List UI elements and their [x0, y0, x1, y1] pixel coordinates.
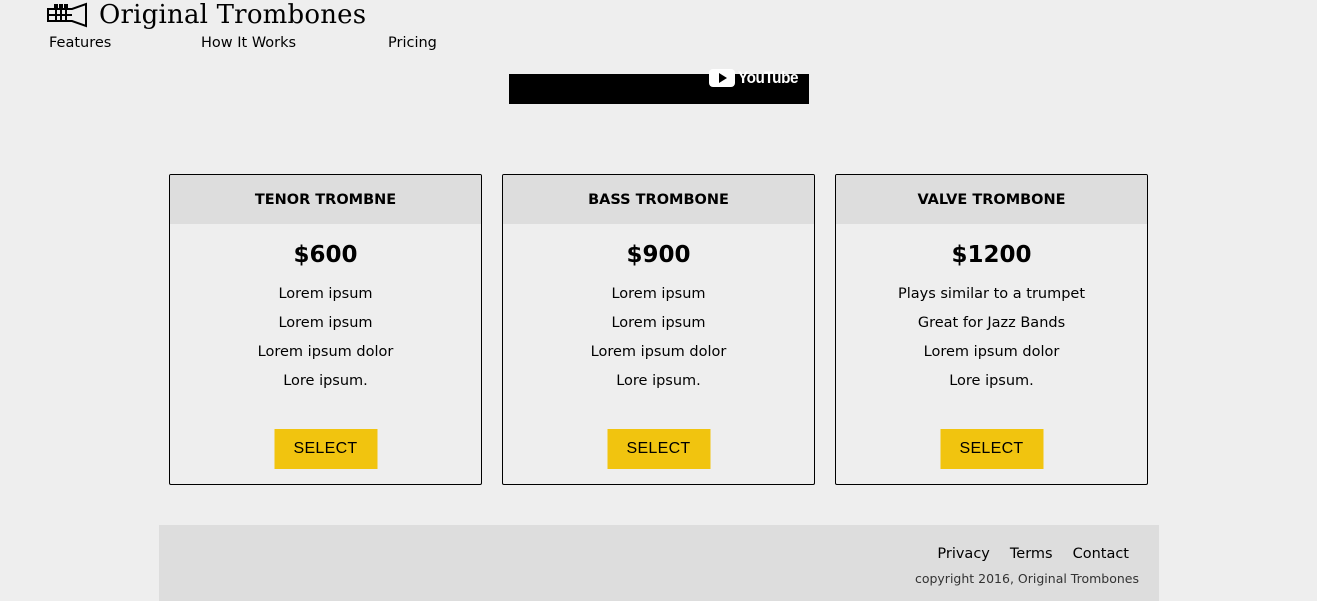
- youtube-play-icon: [709, 69, 735, 87]
- feature-item: Lorem ipsum: [278, 286, 373, 302]
- site-footer: Privacy Terms Contact copyright 2016, Or…: [159, 525, 1159, 601]
- card-title: BASS TROMBONE: [503, 175, 814, 224]
- feature-item: Lore ipsum.: [949, 373, 1034, 389]
- card-title: TENOR TROMBNE: [170, 175, 481, 224]
- nav-link-how-it-works[interactable]: How It Works: [201, 34, 296, 52]
- footer-link-contact[interactable]: Contact: [1073, 546, 1129, 562]
- select-button-tenor[interactable]: SELECT: [274, 429, 377, 469]
- nav-link-features[interactable]: Features: [49, 34, 111, 52]
- copyright-text: copyright 2016, Original Trombones: [914, 571, 1139, 586]
- feature-item: Lorem ipsum dolor: [257, 344, 394, 360]
- pricing-card-valve: VALVE TROMBONE $1200 Plays similar to a …: [835, 174, 1148, 485]
- feature-item: Plays similar to a trumpet: [897, 286, 1086, 302]
- feature-item: Great for Jazz Bands: [917, 315, 1066, 331]
- feature-item: Lore ipsum.: [616, 373, 701, 389]
- feature-item: Lorem ipsum: [278, 315, 373, 331]
- footer-link-terms[interactable]: Terms: [1010, 546, 1053, 562]
- youtube-brand-text: YouTube: [738, 68, 799, 87]
- feature-list: Lorem ipsum Lorem ipsum Lorem ipsum dolo…: [503, 285, 814, 401]
- site-title: Original Trombones: [99, 0, 367, 30]
- video-embed[interactable]: YouTube: [509, 68, 809, 104]
- card-price: $1200: [951, 242, 1032, 268]
- feature-list: Lorem ipsum Lorem ipsum Lorem ipsum dolo…: [170, 285, 481, 401]
- site-header: Original Trombones Features How It Works…: [0, 0, 1317, 60]
- feature-list: Plays similar to a trumpet Great for Jaz…: [836, 285, 1147, 401]
- trumpet-icon: [46, 2, 92, 28]
- card-title: VALVE TROMBONE: [836, 175, 1147, 224]
- logo[interactable]: Original Trombones: [46, 0, 366, 30]
- footer-link-privacy[interactable]: Privacy: [937, 546, 990, 562]
- feature-item: Lorem ipsum dolor: [590, 344, 727, 360]
- feature-item: Lorem ipsum: [611, 286, 706, 302]
- card-price: $900: [626, 242, 691, 268]
- youtube-logo[interactable]: YouTube: [709, 68, 805, 88]
- feature-item: Lore ipsum.: [283, 373, 368, 389]
- select-button-bass[interactable]: SELECT: [607, 429, 710, 469]
- footer-links: Privacy Terms Contact: [917, 546, 1129, 562]
- pricing-card-tenor: TENOR TROMBNE $600 Lorem ipsum Lorem ips…: [169, 174, 482, 485]
- feature-item: Lorem ipsum dolor: [923, 344, 1060, 360]
- feature-item: Lorem ipsum: [611, 315, 706, 331]
- select-button-valve[interactable]: SELECT: [940, 429, 1043, 469]
- nav-link-pricing[interactable]: Pricing: [388, 34, 437, 52]
- card-price: $600: [293, 242, 358, 268]
- pricing-card-bass: BASS TROMBONE $900 Lorem ipsum Lorem ips…: [502, 174, 815, 485]
